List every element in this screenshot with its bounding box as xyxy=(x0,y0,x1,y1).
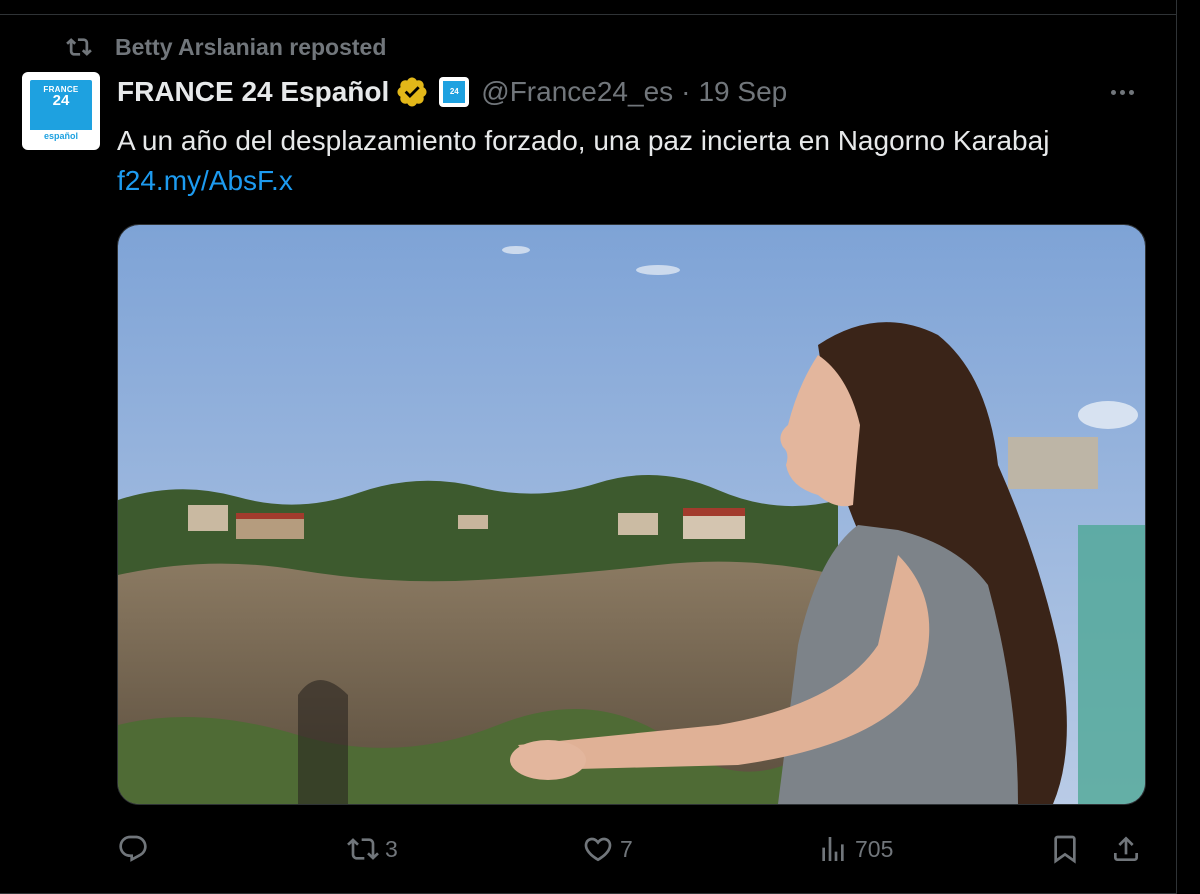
like-button[interactable]: 7 xyxy=(582,828,633,870)
share-icon xyxy=(1114,836,1138,861)
affiliate-badge[interactable]: 24 xyxy=(439,77,470,107)
share-button[interactable] xyxy=(1110,828,1142,870)
bookmark-button[interactable] xyxy=(1049,828,1081,870)
tweet-actions: 3 7 705 xyxy=(117,828,1147,870)
views-count: 705 xyxy=(855,835,894,862)
verified-badge-icon[interactable] xyxy=(395,75,429,109)
like-icon xyxy=(584,837,612,862)
top-divider xyxy=(0,0,1176,15)
author-handle[interactable]: @France24_es xyxy=(481,76,673,108)
repost-icon xyxy=(66,38,92,56)
right-divider xyxy=(1176,0,1177,894)
more-icon[interactable] xyxy=(1107,78,1137,106)
tweet-photo[interactable] xyxy=(117,224,1146,805)
tweet-text: A un año del desplazamiento forzado, una… xyxy=(117,125,1050,156)
france24-logo: FRANCE 24 español xyxy=(30,80,92,142)
like-count: 7 xyxy=(620,835,633,862)
author-name[interactable]: FRANCE 24 Español xyxy=(117,76,389,108)
views-button[interactable]: 705 xyxy=(817,828,893,870)
author-avatar[interactable]: FRANCE 24 español xyxy=(22,72,100,150)
tweet-header: FRANCE 24 Español 24 @France24_es · 19 S… xyxy=(117,72,1147,112)
retweet-button[interactable]: 3 xyxy=(347,828,398,870)
views-icon xyxy=(822,837,844,861)
logo-text-24: 24 xyxy=(52,92,70,109)
affiliate-badge-text: 24 xyxy=(443,81,466,103)
retweet-icon xyxy=(347,838,379,860)
reply-icon xyxy=(119,835,147,862)
separator-dot: · xyxy=(681,76,691,107)
tweet-date[interactable]: 19 Sep xyxy=(698,76,787,108)
repost-label: Betty Arslanian reposted xyxy=(115,33,387,60)
logo-text-espanol: español xyxy=(30,130,92,142)
reply-button[interactable] xyxy=(117,828,155,870)
tweet-link[interactable]: f24.my/AbsF.x xyxy=(117,162,293,200)
repost-indicator[interactable]: Betty Arslanian reposted xyxy=(66,33,386,61)
retweet-count: 3 xyxy=(385,835,398,862)
bookmark-icon xyxy=(1054,835,1076,864)
